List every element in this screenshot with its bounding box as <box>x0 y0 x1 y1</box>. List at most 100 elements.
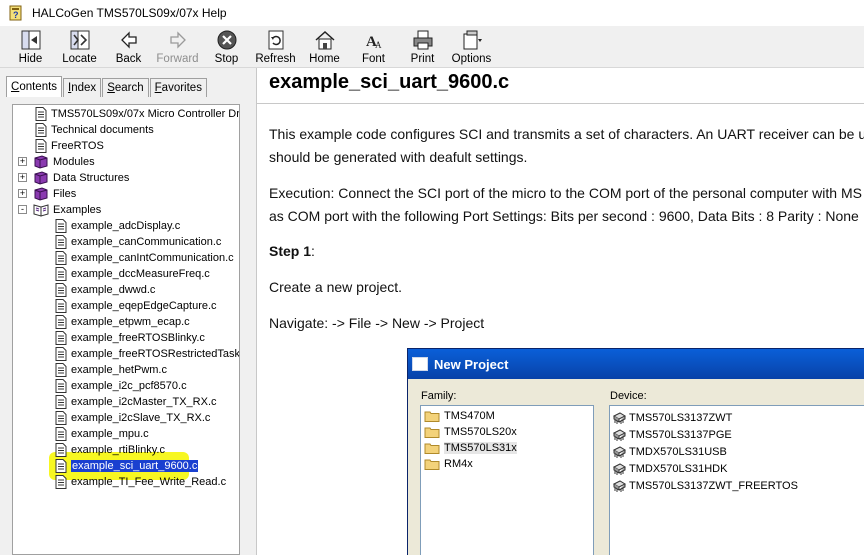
tree-item-label: example_canCommunication.c <box>71 236 222 248</box>
window-icon <box>412 357 428 371</box>
device-list-item[interactable]: TMS570LS3137ZWT <box>612 410 732 426</box>
navigation-pane: Contents Index Search Favorites TMS570LS09x… <box>0 68 252 555</box>
tree-item[interactable]: example_i2cSlave_TX_RX.c <box>55 410 210 426</box>
forward-arrow-icon <box>167 29 189 51</box>
book-icon <box>33 187 49 201</box>
tree-item[interactable]: example_eqepEdgeCapture.c <box>55 298 217 314</box>
tree-item[interactable]: example_freeRTOSBlinky.c <box>55 330 205 346</box>
tab-search[interactable]: Search <box>102 78 149 97</box>
tree-item[interactable]: example_dwwd.c <box>55 282 155 298</box>
device-list-item[interactable]: TMS570LS3137ZWT_FREERTOS <box>612 478 798 494</box>
locate-icon <box>69 29 91 51</box>
tree-item[interactable]: + Files <box>18 186 76 202</box>
forward-button[interactable]: Forward <box>153 26 202 66</box>
tree-item[interactable]: example_freeRTOSRestrictedTask <box>55 346 239 362</box>
tree-item[interactable]: example_sci_uart_9600.c <box>55 458 199 474</box>
home-button[interactable]: Home <box>300 26 349 66</box>
refresh-button[interactable]: Refresh <box>251 26 300 66</box>
family-list-item[interactable]: TMS470M <box>424 408 495 424</box>
tree-item-label: example_freeRTOSBlinky.c <box>71 332 205 344</box>
paragraph-navigate: Navigate: -> File -> New -> Project <box>269 315 485 331</box>
tree-item[interactable]: example_TI_Fee_Write_Read.c <box>55 474 226 490</box>
font-button[interactable]: AA Font <box>349 26 398 66</box>
device-list-item[interactable]: TMS570LS3137PGE <box>612 427 732 443</box>
expand-icon[interactable]: + <box>18 157 27 166</box>
tab-index[interactable]: Index <box>63 78 102 97</box>
paragraph-intro-line-2: should be generated with deafult setting… <box>269 149 528 165</box>
options-button[interactable]: Options <box>447 26 496 66</box>
tree-item-label: example_i2cSlave_TX_RX.c <box>71 412 211 424</box>
tree-item[interactable]: - Examples <box>18 202 102 218</box>
family-label-text: RM4x <box>444 458 473 470</box>
family-label-text: TMS570LS31x <box>444 442 517 454</box>
topic-page-icon <box>55 363 67 377</box>
tab-accesskey: S <box>107 82 115 94</box>
family-list-item[interactable]: TMS570LS31x <box>424 440 517 456</box>
tree-item[interactable]: Technical documents <box>35 122 154 138</box>
options-button-label: Options <box>451 53 492 65</box>
tree-item[interactable]: example_mpu.c <box>55 426 149 442</box>
hide-button[interactable]: Hide <box>6 26 55 66</box>
topic-page-icon <box>55 283 67 297</box>
tree-item-label: Technical documents <box>51 124 154 136</box>
back-button-label: Back <box>115 53 142 65</box>
back-button[interactable]: Back <box>104 26 153 66</box>
topic-page-icon <box>55 411 67 425</box>
refresh-icon <box>265 29 287 51</box>
tab-contents[interactable]: Contents <box>6 76 63 97</box>
collapse-icon[interactable]: - <box>18 205 27 214</box>
tree-item[interactable]: example_adcDisplay.c <box>55 218 180 234</box>
device-label-text: TMS570LS3137ZWT <box>629 412 733 424</box>
tree-item[interactable]: TMS570LS09x/07x Micro Controller Dri <box>35 106 239 122</box>
tab-accesskey: C <box>11 81 20 93</box>
topic-page-icon <box>55 299 67 313</box>
topic-page-icon <box>55 331 67 345</box>
tree-item[interactable]: example_i2c_pcf8570.c <box>55 378 187 394</box>
tree-item-label: example_i2cMaster_TX_RX.c <box>71 396 217 408</box>
print-button[interactable]: Print <box>398 26 447 66</box>
contents-tree[interactable]: TMS570LS09x/07x Micro Controller Dri Tech… <box>12 104 240 555</box>
family-list-item[interactable]: TMS570LS20x <box>424 424 517 440</box>
home-icon <box>314 29 336 51</box>
tree-item[interactable]: example_etpwm_ecap.c <box>55 314 190 330</box>
tree-item[interactable]: + Modules <box>18 154 95 170</box>
tree-item[interactable]: example_canCommunication.c <box>55 234 221 250</box>
tab-favorites[interactable]: Favorites <box>149 78 207 97</box>
hide-icon <box>20 29 42 51</box>
tree-item-label: example_hetPwm.c <box>71 364 167 376</box>
tree-item[interactable]: example_dccMeasureFreq.c <box>55 266 210 282</box>
topic-page-icon <box>55 347 67 361</box>
window-titlebar[interactable]: ? HALCoGen TMS570LS09x/07x Help <box>0 0 864 26</box>
stop-button[interactable]: Stop <box>202 26 251 66</box>
options-icon <box>461 29 483 51</box>
topic-page-icon <box>55 395 67 409</box>
expand-icon[interactable]: + <box>18 173 27 182</box>
tree-item[interactable]: example_rtiBlinky.c <box>55 442 165 458</box>
chip-icon <box>612 446 627 458</box>
font-button-label: Font <box>361 53 385 65</box>
folder-icon <box>424 426 440 438</box>
paragraph-execution-line-1: Execution: Connect the SCI port of the m… <box>269 185 862 201</box>
tree-item[interactable]: example_i2cMaster_TX_RX.c <box>55 394 217 410</box>
family-label: Family: <box>421 390 457 402</box>
open-book-icon <box>33 203 49 217</box>
tree-item-label: example_rtiBlinky.c <box>71 444 165 456</box>
topic-title: example_sci_uart_9600.c <box>269 71 510 93</box>
tree-item[interactable]: example_canIntCommunication.c <box>55 250 234 266</box>
tree-item[interactable]: + Data Structures <box>18 170 129 186</box>
tree-item[interactable]: FreeRTOS <box>35 138 104 154</box>
family-list-item[interactable]: RM4x <box>424 456 473 472</box>
tab-label: earch <box>114 82 144 94</box>
topic-page-icon <box>55 427 67 441</box>
device-list-item[interactable]: TMDX570LS31HDK <box>612 461 727 477</box>
print-button-label: Print <box>410 53 435 65</box>
device-list-item[interactable]: TMDX570LS31USB <box>612 444 727 460</box>
locate-button[interactable]: Locate <box>55 26 104 66</box>
topic-page-icon <box>55 443 67 457</box>
expand-icon[interactable]: + <box>18 189 27 198</box>
tree-item-label: Examples <box>53 204 102 216</box>
device-list[interactable]: TMS570LS3137ZWT TMS570LS3137PGE TMDX570LS3… <box>609 405 864 555</box>
step-label: Step 1 <box>269 243 312 259</box>
tree-item[interactable]: example_hetPwm.c <box>55 362 167 378</box>
family-list[interactable]: TMS470M TMS570LS20x TMS570LS31x RM4x <box>420 405 594 555</box>
